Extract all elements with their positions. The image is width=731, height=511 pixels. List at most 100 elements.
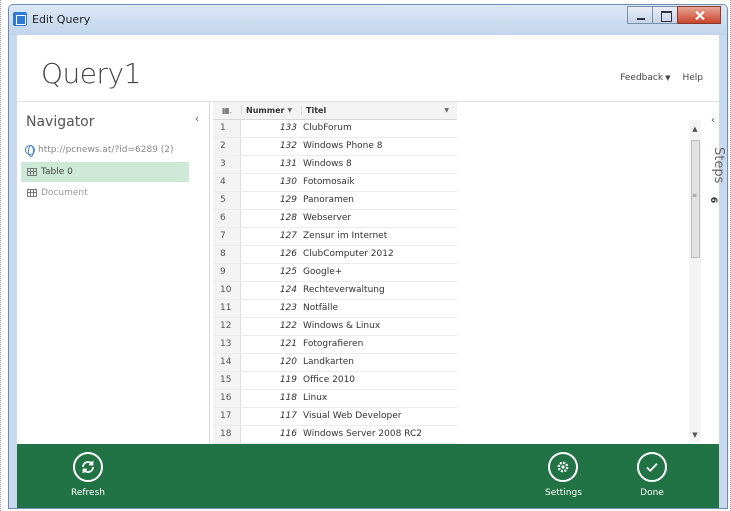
table-row[interactable]: 17 117 Visual Web Developer [213, 408, 457, 426]
row-number[interactable]: 6 [213, 210, 241, 227]
cell-nummer: 130 [279, 177, 297, 187]
row-number[interactable]: 12 [213, 318, 241, 335]
cell-nummer: 121 [279, 339, 297, 349]
done-label: Done [640, 488, 664, 498]
steps-label[interactable]: Steps [711, 147, 726, 183]
table-row[interactable]: 13 121 Fotografieren [213, 336, 457, 354]
row-number[interactable]: 9 [213, 264, 241, 281]
table-row[interactable]: 3 131 Windows 8 [213, 156, 457, 174]
cell-nummer: 122 [279, 321, 297, 331]
row-number[interactable]: 16 [213, 390, 241, 407]
scrollbar-thumb[interactable] [691, 140, 700, 258]
expand-steps-icon[interactable]: ‹ [711, 115, 715, 126]
nav-item-label: Table 0 [41, 167, 73, 177]
row-number[interactable]: 17 [213, 408, 241, 425]
cell-titel: Webserver [303, 213, 352, 223]
table-row[interactable]: 6 128 Webserver [213, 210, 457, 228]
collapse-navigator-icon[interactable]: ‹ [195, 114, 199, 125]
minimize-button[interactable] [627, 6, 653, 24]
cell-titel: Windows Server 2008 RC2 [303, 429, 422, 439]
title-bar[interactable]: Edit Query [9, 5, 727, 35]
table-row[interactable]: 2 132 Windows Phone 8 [213, 138, 457, 156]
cell-titel: Fotografieren [303, 339, 364, 349]
cell-nummer: 133 [279, 123, 297, 133]
navigator-title: Navigator [26, 114, 95, 130]
cell-titel: Visual Web Developer [303, 411, 402, 421]
cell-titel: ClubComputer 2012 [303, 249, 394, 259]
table-row[interactable]: 7 127 Zensur im Internet [213, 228, 457, 246]
cell-nummer: 124 [279, 285, 297, 295]
row-number[interactable]: 13 [213, 336, 241, 353]
cell-titel: Zensur im Internet [303, 231, 388, 241]
settings-button[interactable]: Settings [545, 452, 582, 498]
feedback-menu[interactable]: Feedback ▼ [620, 73, 670, 83]
row-number[interactable]: 15 [213, 372, 241, 389]
row-number[interactable]: 2 [213, 138, 241, 155]
table-row[interactable]: 9 125 Google+ [213, 264, 457, 282]
table-row[interactable]: 4 130 Fotomosaik [213, 174, 457, 192]
nav-source[interactable]: http://pcnews.at/?id=6289 (2) [25, 145, 174, 157]
row-number[interactable]: 4 [213, 174, 241, 191]
row-number[interactable]: 18 [213, 426, 241, 443]
row-number[interactable]: 7 [213, 228, 241, 245]
navigator-pane: Navigator ‹ http://pcnews.at/?id=6289 (2… [17, 102, 210, 444]
row-number[interactable]: 5 [213, 192, 241, 209]
scroll-down-icon[interactable]: ▼ [689, 428, 701, 442]
column-name: Nummer [246, 106, 285, 115]
row-number[interactable]: 8 [213, 246, 241, 263]
cell-titel: Linux [303, 393, 328, 403]
row-number[interactable]: 14 [213, 354, 241, 371]
table-row[interactable]: 1 133 ClubForum [213, 120, 457, 138]
edit-query-window: Edit Query Query1 Feedback ▼ Help Navigat… [8, 4, 728, 509]
cell-nummer: 118 [279, 393, 297, 403]
cell-nummer: 129 [279, 195, 297, 205]
vertical-scrollbar[interactable]: ▲ ≡ ▼ [689, 120, 701, 442]
chevron-down-icon[interactable]: ▼ [444, 107, 449, 114]
scrollbar-grip-icon: ≡ [692, 192, 698, 199]
cell-titel: Office 2010 [303, 375, 356, 385]
table-row[interactable]: 14 120 Landkarten [213, 354, 457, 372]
nav-item-label: Document [41, 188, 88, 198]
table-row[interactable]: 18 116 Windows Server 2008 RC2 [213, 426, 457, 444]
help-link[interactable]: Help [682, 73, 703, 83]
column-header-nummer[interactable]: Nummer ▼ [241, 106, 301, 115]
table-row[interactable]: 10 124 Rechteverwaltung [213, 282, 457, 300]
chevron-down-icon[interactable]: ▼ [287, 107, 292, 114]
row-number[interactable]: 10 [213, 282, 241, 299]
preview-empty-area [457, 102, 689, 444]
cell-nummer: 117 [279, 411, 297, 421]
refresh-button[interactable]: Refresh [71, 452, 105, 498]
table-icon [27, 168, 37, 176]
table-row[interactable]: 8 126 ClubComputer 2012 [213, 246, 457, 264]
row-number[interactable]: 3 [213, 156, 241, 173]
column-header-titel[interactable]: Titel ▼ [301, 106, 457, 115]
cell-titel: Landkarten [303, 357, 354, 367]
row-number[interactable]: 1 [213, 120, 241, 137]
nav-item-document[interactable]: Document [21, 183, 189, 203]
table-row[interactable]: 12 122 Windows & Linux [213, 318, 457, 336]
scroll-up-icon[interactable]: ▲ [689, 122, 701, 136]
gear-icon [548, 452, 579, 482]
cell-titel: Notfälle [303, 303, 338, 313]
cell-titel: Panoramen [303, 195, 354, 205]
chevron-down-icon: ▼ [665, 74, 671, 82]
window-title: Edit Query [32, 13, 91, 26]
close-button[interactable] [677, 6, 721, 24]
maximize-button[interactable] [652, 6, 678, 24]
grid-header: ▦. Nummer ▼ Titel ▼ [213, 102, 457, 120]
cell-titel: Google+ [303, 267, 343, 277]
table-menu-icon[interactable]: ▦. [213, 106, 241, 115]
table-row[interactable]: 16 118 Linux [213, 390, 457, 408]
cell-nummer: 132 [279, 141, 297, 151]
cell-titel: Windows 8 [303, 159, 352, 169]
nav-item-table-0[interactable]: Table 0 [21, 162, 189, 182]
refresh-icon [73, 452, 103, 482]
query-title[interactable]: Query1 [41, 57, 141, 90]
table-row[interactable]: 11 123 Notfälle [213, 300, 457, 318]
grid-rows: 1 133 ClubForum 2 132 Windows Phone 8 3 131 Wind… [213, 120, 457, 444]
done-button[interactable]: Done [637, 452, 667, 498]
table-row[interactable]: 15 119 Office 2010 [213, 372, 457, 390]
table-row[interactable]: 5 129 Panoramen [213, 192, 457, 210]
checkmark-icon [637, 452, 667, 482]
row-number[interactable]: 11 [213, 300, 241, 317]
